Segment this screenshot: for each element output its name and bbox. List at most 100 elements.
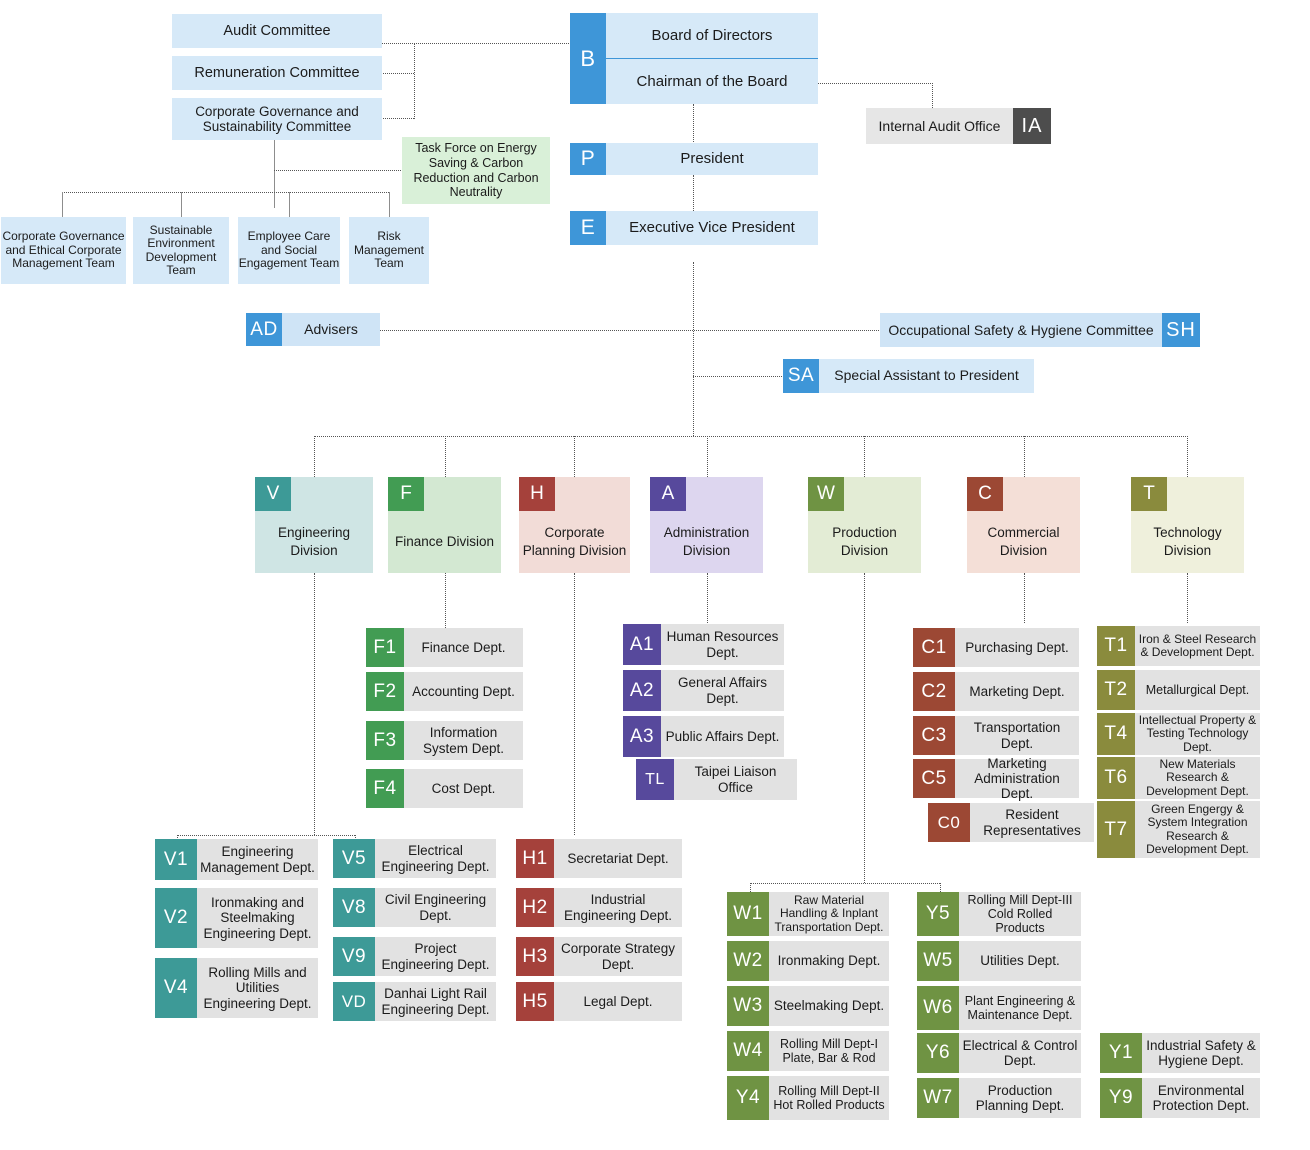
dept-row[interactable]: A3 Public Affairs Dept. [623, 716, 784, 757]
dept-row[interactable]: TL Taipei Liaison Office [636, 759, 797, 800]
internal-audit-office[interactable]: Internal Audit Office IA [866, 108, 1051, 144]
dept-row[interactable]: V9 Project Engineering Dept. [333, 937, 496, 976]
executive-vice-president-card[interactable]: E Executive Vice President [570, 211, 818, 245]
dept-row[interactable]: W5 Utilities Dept. [917, 941, 1081, 981]
corporate-governance-ethical-team[interactable]: Corporate Governance and Ethical Corpora… [1, 217, 126, 284]
dept-row[interactable]: V1 Engineering Management Dept. [155, 839, 318, 880]
evp-code: E [570, 211, 606, 245]
dept-row[interactable]: C1 Purchasing Dept. [913, 628, 1079, 667]
dept-code: A2 [623, 670, 661, 711]
dept-label: Transportation Dept. [955, 716, 1079, 755]
advisers-card[interactable]: AD Advisers [246, 313, 380, 346]
dept-code: H3 [516, 937, 554, 976]
president-card[interactable]: P President [570, 143, 818, 175]
finance-division-label: Finance Division [394, 533, 495, 549]
board-of-directors-card[interactable]: B Board of Directors Chairman of the Boa… [570, 13, 818, 104]
connector-prod-col2 [940, 883, 941, 892]
administration-division[interactable]: A Administration Division [650, 477, 763, 573]
dept-row[interactable]: H3 Corporate Strategy Dept. [516, 937, 682, 976]
dept-label: Accounting Dept. [404, 672, 523, 711]
dept-label: Human Resources Dept. [661, 624, 784, 665]
dept-row[interactable]: H5 Legal Dept. [516, 982, 682, 1021]
dept-code: C1 [913, 628, 955, 667]
connector-advisers-bus [379, 330, 881, 331]
dept-label: Steelmaking Dept. [769, 986, 889, 1026]
special-assistant-card[interactable]: SA Special Assistant to President [783, 359, 1034, 393]
dept-row[interactable]: C3 Transportation Dept. [913, 716, 1079, 755]
occupational-safety-committee[interactable]: Occupational Safety & Hygiene Committee … [880, 313, 1200, 347]
dept-code: T6 [1097, 757, 1135, 799]
dept-row[interactable]: F1 Finance Dept. [366, 628, 523, 667]
remuneration-committee[interactable]: Remuneration Committee [172, 56, 382, 90]
internal-audit-office-code: IA [1013, 108, 1051, 144]
task-force-label: Task Force on Energy Saving & Carbon Red… [413, 141, 539, 200]
dept-label: Cost Dept. [404, 769, 523, 808]
dept-label: Rolling Mill Dept-II Hot Rolled Products [769, 1076, 889, 1120]
connector-teams-bus [62, 192, 389, 193]
audit-committee[interactable]: Audit Committee [172, 14, 382, 48]
dept-row[interactable]: F3 Information System Dept. [366, 721, 523, 760]
dept-row[interactable]: W3 Steelmaking Dept. [727, 986, 889, 1026]
engineering-division-label: Engineering Division [277, 524, 351, 558]
technology-division[interactable]: T Technology Division [1131, 477, 1244, 573]
dept-row[interactable]: T6 New Materials Research & Development … [1097, 757, 1260, 799]
dept-row[interactable]: Y4 Rolling Mill Dept-II Hot Rolled Produ… [727, 1076, 889, 1120]
dept-label: Production Planning Dept. [959, 1078, 1081, 1118]
connector-board-to-president [693, 104, 694, 144]
dept-code: V2 [155, 888, 197, 948]
production-division[interactable]: W Production Division [808, 477, 921, 573]
dept-row[interactable]: V5 Electrical Engineering Dept. [333, 839, 496, 878]
corporate-planning-division[interactable]: H Corporate Planning Division [519, 477, 630, 573]
administration-division-code: A [650, 477, 686, 511]
dept-row[interactable]: H2 Industrial Engineering Dept. [516, 888, 682, 927]
dept-row[interactable]: W4 Rolling Mill Dept-I Plate, Bar & Rod [727, 1031, 889, 1071]
dept-label: Ironmaking and Steelmaking Engineering D… [197, 888, 318, 948]
dept-row[interactable]: W6 Plant Engineering & Maintenance Dept. [917, 986, 1081, 1030]
dept-row[interactable]: V4 Rolling Mills and Utilities Engineeri… [155, 958, 318, 1018]
dept-row[interactable]: T2 Metallurgical Dept. [1097, 670, 1260, 710]
dept-code: V1 [155, 839, 197, 880]
dept-row[interactable]: V8 Civil Engineering Dept. [333, 888, 496, 927]
dept-row[interactable]: A1 Human Resources Dept. [623, 624, 784, 665]
dept-row[interactable]: T1 Iron & Steel Research & Development D… [1097, 626, 1260, 666]
commercial-division[interactable]: C Commercial Division [967, 477, 1080, 573]
dept-row[interactable]: Y1 Industrial Safety & Hygiene Dept. [1100, 1033, 1260, 1073]
dept-row[interactable]: F2 Accounting Dept. [366, 672, 523, 711]
task-force-energy-carbon[interactable]: Task Force on Energy Saving & Carbon Red… [402, 137, 550, 204]
dept-code: H2 [516, 888, 554, 927]
finance-division[interactable]: F Finance Division [388, 477, 501, 573]
evp-label: Executive Vice President [606, 211, 818, 245]
dept-row[interactable]: C5 Marketing Administration Dept. [913, 756, 1079, 801]
dept-row[interactable]: A2 General Affairs Dept. [623, 670, 784, 711]
connector-div-drop-a [707, 436, 708, 477]
advisers-label: Advisers [282, 313, 380, 346]
dept-code: H1 [516, 839, 554, 878]
dept-row[interactable]: F4 Cost Dept. [366, 769, 523, 808]
dept-code: Y9 [1100, 1078, 1142, 1118]
dept-row[interactable]: W7 Production Planning Dept. [917, 1078, 1081, 1118]
team-label: Risk Management Team [353, 229, 425, 271]
dept-row[interactable]: Y5 Rolling Mill Dept-III Cold Rolled Pro… [917, 892, 1081, 936]
dept-row[interactable]: W1 Raw Material Handling & Inplant Trans… [727, 892, 889, 936]
dept-row[interactable]: W2 Ironmaking Dept. [727, 941, 889, 981]
dept-label: Rolling Mill Dept-III Cold Rolled Produc… [959, 892, 1081, 936]
dept-label: Danhai Light Rail Engineering Dept. [375, 982, 496, 1021]
dept-row[interactable]: H1 Secretariat Dept. [516, 839, 682, 878]
employee-care-team[interactable]: Employee Care and Social Engagement Team [238, 217, 340, 284]
dept-row[interactable]: C2 Marketing Dept. [913, 672, 1079, 711]
dept-row[interactable]: C0 Resident Representatives [928, 803, 1094, 842]
dept-code: W5 [917, 941, 959, 981]
dept-row[interactable]: Y6 Electrical & Control Dept. [917, 1033, 1081, 1073]
dept-row[interactable]: Y9 Environmental Protection Dept. [1100, 1078, 1260, 1118]
dept-row[interactable]: T4 Intellectual Property & Testing Techn… [1097, 713, 1260, 755]
dept-row[interactable]: T7 Green Engergy & System Integration Re… [1097, 801, 1260, 858]
sustainable-environment-team[interactable]: Sustainable Environment Development Team [133, 217, 229, 284]
engineering-division[interactable]: V Engineering Division [255, 477, 373, 573]
corporate-governance-committee[interactable]: Corporate Governance and Sustainability … [172, 98, 382, 140]
dept-row[interactable]: V2 Ironmaking and Steelmaking Engineerin… [155, 888, 318, 948]
risk-management-team[interactable]: Risk Management Team [349, 217, 429, 284]
connector-finance-down [445, 573, 446, 628]
dept-row[interactable]: VD Danhai Light Rail Engineering Dept. [333, 982, 496, 1021]
dept-label: Utilities Dept. [959, 941, 1081, 981]
dept-code: W4 [727, 1031, 769, 1071]
